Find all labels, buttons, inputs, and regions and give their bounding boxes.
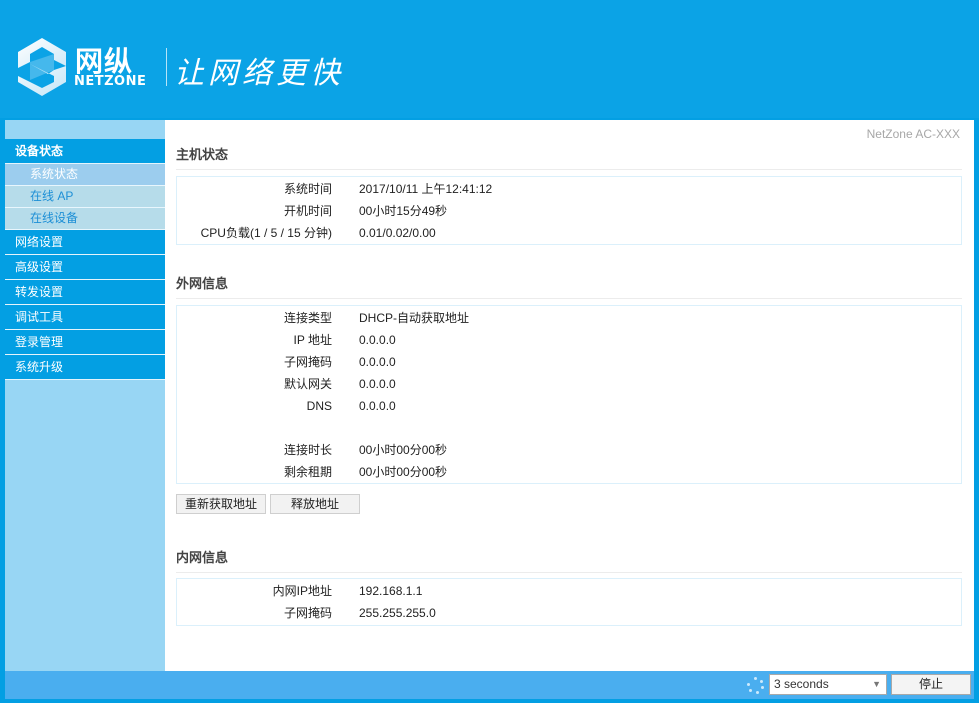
release-address-button[interactable]: 释放地址 bbox=[270, 494, 360, 514]
info-row-connection-duration: 连接时长 00小时00分00秒 bbox=[177, 439, 961, 461]
info-value: 0.0.0.0 bbox=[359, 377, 396, 391]
logo-text-en: NETZONE bbox=[74, 74, 147, 89]
info-row-lease-remaining: 剩余租期 00小时00分00秒 bbox=[177, 461, 961, 483]
info-label: 子网掩码 bbox=[283, 606, 332, 620]
info-label: 开机时间 bbox=[283, 204, 332, 218]
info-value: 0.01/0.02/0.00 bbox=[359, 226, 436, 240]
info-label: CPU负载(1 / 5 / 15 分钟) bbox=[200, 226, 332, 240]
sidebar-subitem-system-status[interactable]: 系统状态 bbox=[5, 164, 165, 186]
stop-button[interactable]: 停止 bbox=[891, 674, 971, 695]
info-row-wan-subnet-mask: 子网掩码 0.0.0.0 bbox=[177, 351, 961, 373]
info-label: DNS bbox=[306, 399, 332, 413]
info-label: 连接时长 bbox=[283, 443, 332, 457]
info-row-connection-type: 连接类型 DHCP-自动获取地址 bbox=[177, 307, 961, 329]
info-label: 剩余租期 bbox=[283, 465, 332, 479]
chevron-down-icon: ▼ bbox=[872, 679, 881, 689]
sidebar-item-forwarding-settings[interactable]: 转发设置 bbox=[5, 280, 165, 305]
info-value: 00小时00分00秒 bbox=[359, 443, 448, 457]
renew-address-button[interactable]: 重新获取地址 bbox=[176, 494, 266, 514]
info-label: 内网IP地址 bbox=[272, 584, 332, 598]
info-row-dns: DNS 0.0.0.0 bbox=[177, 395, 961, 417]
info-row-blank bbox=[177, 417, 961, 439]
info-row-cpu-load: CPU负载(1 / 5 / 15 分钟) 0.01/0.02/0.00 bbox=[177, 222, 961, 244]
info-row-uptime: 开机时间 00小时15分49秒 bbox=[177, 200, 961, 222]
info-row-wan-ip: IP 地址 0.0.0.0 bbox=[177, 329, 961, 351]
wan-info-title: 外网信息 bbox=[176, 273, 962, 299]
info-label: 默认网关 bbox=[283, 377, 332, 391]
sidebar-item-device-status[interactable]: 设备状态 bbox=[5, 139, 165, 164]
info-label: IP 地址 bbox=[293, 333, 332, 347]
content-panel: NetZone AC-XXX 主机状态 系统时间 2017/10/11 上午12… bbox=[165, 120, 974, 671]
info-row-lan-subnet-mask: 子网掩码 255.255.255.0 bbox=[177, 602, 961, 624]
info-row-default-gateway: 默认网关 0.0.0.0 bbox=[177, 373, 961, 395]
sidebar-item-system-upgrade[interactable]: 系统升级 bbox=[5, 355, 165, 380]
info-value: 00小时15分49秒 bbox=[359, 204, 448, 218]
info-value: 00小时00分00秒 bbox=[359, 465, 448, 479]
sidebar-item-login-management[interactable]: 登录管理 bbox=[5, 330, 165, 355]
host-status-title: 主机状态 bbox=[176, 144, 962, 170]
lan-info-title: 内网信息 bbox=[176, 547, 962, 573]
refresh-interval-value: 3 seconds bbox=[774, 677, 829, 691]
info-value: 0.0.0.0 bbox=[359, 399, 396, 413]
slogan: 让网络更快 bbox=[174, 56, 344, 91]
wan-info-box: 连接类型 DHCP-自动获取地址 IP 地址 0.0.0.0 子网掩码 0.0.… bbox=[176, 305, 962, 484]
refresh-interval-select[interactable]: 3 seconds ▼ bbox=[769, 674, 887, 695]
info-value: 255.255.255.0 bbox=[359, 606, 436, 620]
logo-divider bbox=[166, 48, 167, 86]
footer-bar: 3 seconds ▼ 停止 bbox=[5, 671, 974, 699]
logo: 网纵 NETZONE bbox=[14, 36, 154, 104]
info-label: 连接类型 bbox=[283, 311, 332, 325]
info-row-system-time: 系统时间 2017/10/11 上午12:41:12 bbox=[177, 178, 961, 200]
sidebar-item-network-settings[interactable]: 网络设置 bbox=[5, 230, 165, 255]
sidebar-item-advanced-settings[interactable]: 高级设置 bbox=[5, 255, 165, 280]
sidebar: 设备状态 系统状态 在线 AP 在线设备 网络设置 高级设置 转发设置 调试工具… bbox=[5, 120, 165, 671]
info-label: 系统时间 bbox=[283, 182, 332, 196]
info-row-lan-ip: 内网IP地址 192.168.1.1 bbox=[177, 580, 961, 602]
header: 网纵 NETZONE 让网络更快 bbox=[0, 0, 979, 118]
info-value: 0.0.0.0 bbox=[359, 333, 396, 347]
sidebar-item-debug-tools[interactable]: 调试工具 bbox=[5, 305, 165, 330]
info-value: 0.0.0.0 bbox=[359, 355, 396, 369]
host-status-box: 系统时间 2017/10/11 上午12:41:12 开机时间 00小时15分4… bbox=[176, 176, 962, 245]
info-value: DHCP-自动获取地址 bbox=[359, 311, 469, 325]
info-value: 192.168.1.1 bbox=[359, 584, 423, 598]
info-label: 子网掩码 bbox=[283, 355, 332, 369]
sidebar-subitem-online-ap[interactable]: 在线 AP bbox=[5, 186, 165, 208]
lan-info-box: 内网IP地址 192.168.1.1 子网掩码 255.255.255.0 bbox=[176, 578, 962, 626]
sidebar-top-spacer bbox=[5, 120, 165, 139]
sidebar-subitem-online-devices[interactable]: 在线设备 bbox=[5, 208, 165, 230]
loading-spinner-icon bbox=[747, 677, 765, 695]
info-value: 2017/10/11 上午12:41:12 bbox=[359, 182, 493, 196]
netzone-logo-icon bbox=[18, 38, 66, 96]
device-model: NetZone AC-XXX bbox=[866, 127, 960, 141]
